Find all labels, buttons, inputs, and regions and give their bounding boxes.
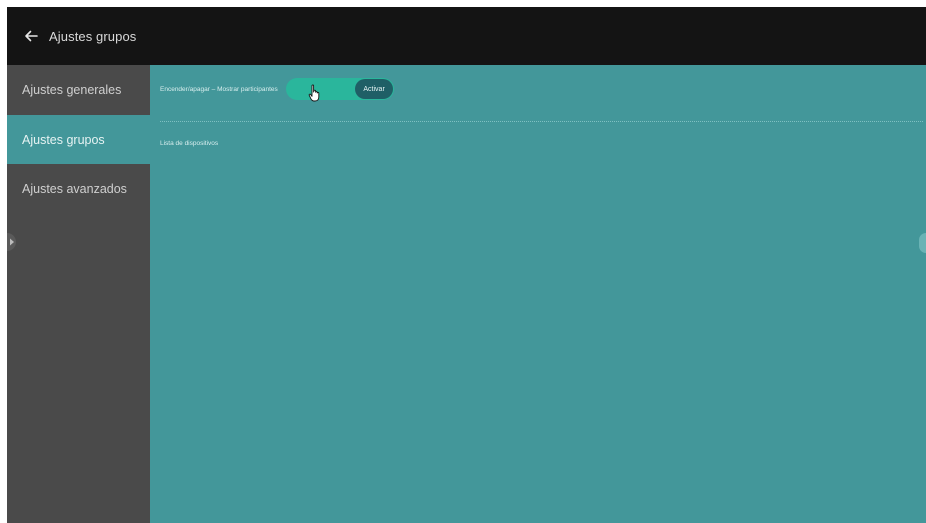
sidebar: Ajustes generales Ajustes grupos Ajustes…: [7, 65, 150, 523]
top-bar: Ajustes grupos: [7, 7, 926, 65]
sidebar-item-ajustes-grupos[interactable]: Ajustes grupos: [7, 115, 150, 164]
divider: [160, 121, 923, 122]
show-participants-toggle[interactable]: Activar: [285, 78, 394, 102]
toggle-state-label: Activar: [363, 85, 385, 93]
right-panel-handle[interactable]: [919, 233, 926, 253]
device-list-title: Lista de dispositivos: [160, 140, 219, 147]
toggle-knob: Activar: [355, 79, 393, 99]
back-button[interactable]: [23, 28, 39, 44]
sidebar-item-label: Ajustes generales: [22, 83, 122, 97]
sidebar-item-ajustes-avanzados[interactable]: Ajustes avanzados: [7, 164, 150, 213]
sidebar-expand-handle[interactable]: [7, 233, 16, 251]
sidebar-item-label: Ajustes avanzados: [22, 181, 127, 196]
app-window: Ajustes grupos Ajustes generales Ajustes…: [7, 7, 926, 523]
show-participants-label: Encender/apagar – Mostrar participantes: [160, 85, 278, 93]
sidebar-item-ajustes-generales[interactable]: Ajustes generales: [7, 65, 150, 115]
sidebar-item-label: Ajustes grupos: [22, 132, 105, 147]
show-participants-row: Encender/apagar – Mostrar participantes …: [160, 78, 394, 102]
page-title: Ajustes grupos: [49, 28, 137, 44]
arrow-left-icon: [25, 30, 38, 42]
chevron-right-icon: [9, 238, 14, 246]
main-panel: Encender/apagar – Mostrar participantes …: [150, 65, 926, 523]
hand-cursor-icon: [308, 84, 320, 102]
